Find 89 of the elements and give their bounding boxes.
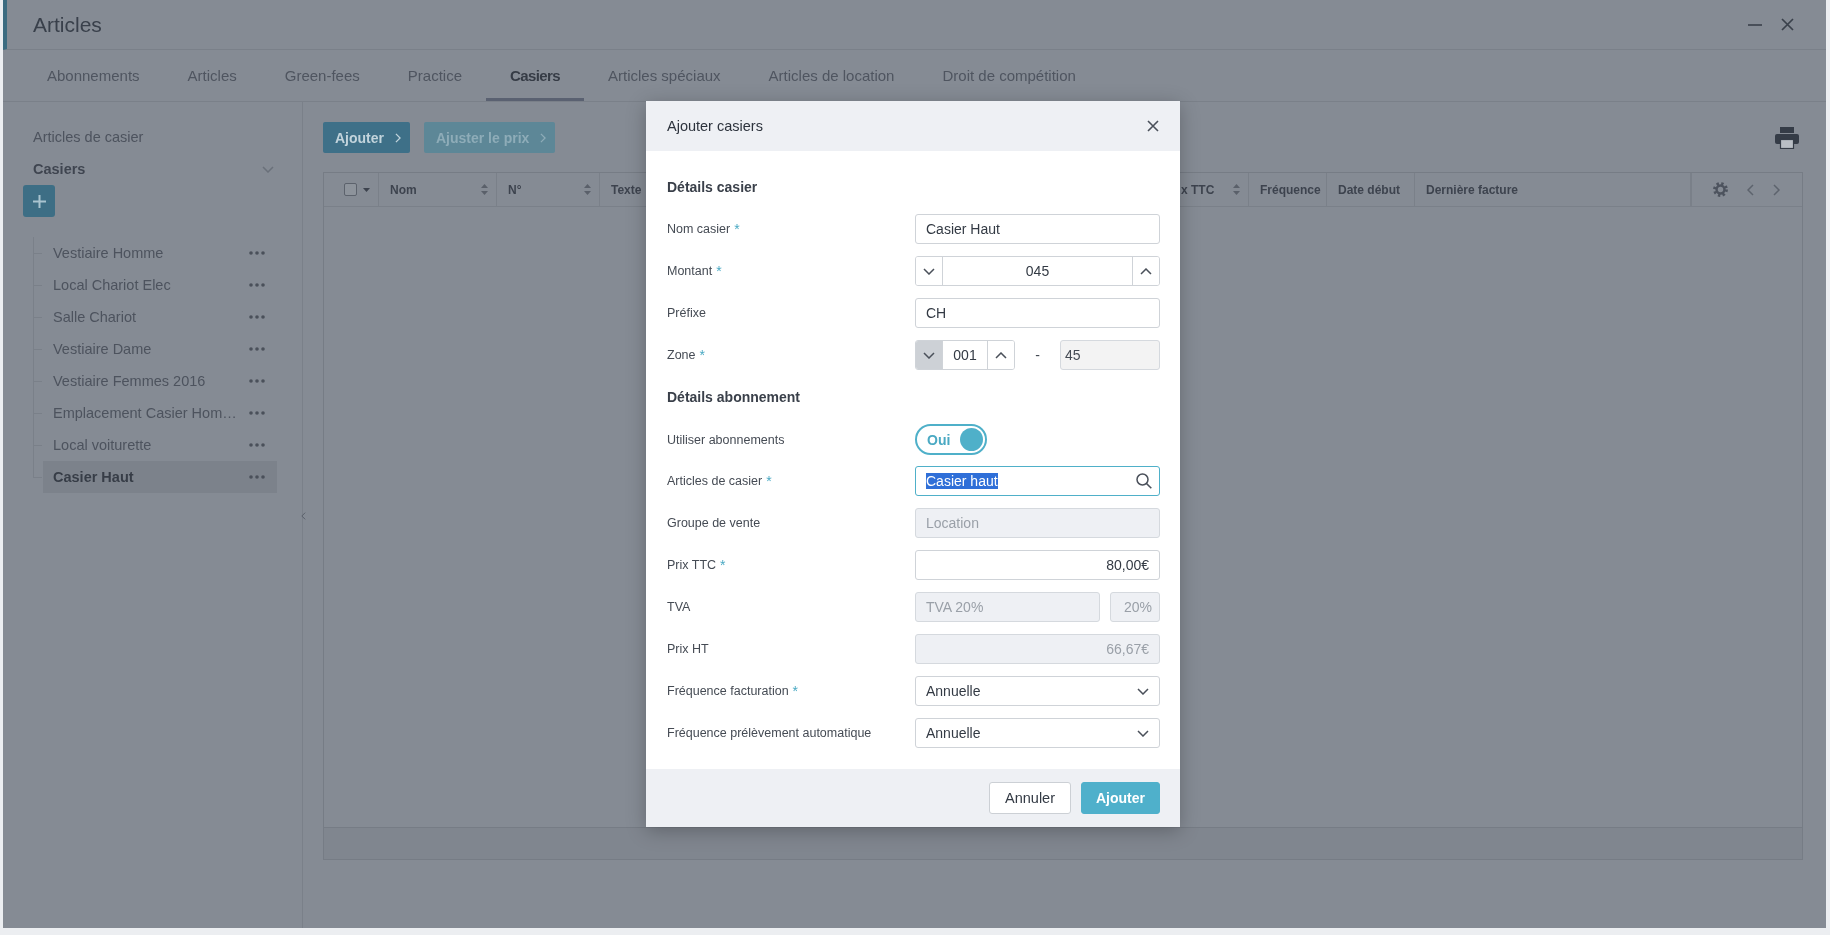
chevron-down-icon[interactable] (262, 165, 274, 173)
text-field[interactable]: CH (915, 298, 1160, 328)
field-label: Groupe de vente (667, 516, 761, 530)
decrement-button[interactable] (916, 257, 943, 285)
number-stepper[interactable]: 045 (915, 256, 1160, 286)
chevron-left-icon[interactable] (1747, 183, 1754, 196)
more-icon[interactable] (249, 411, 265, 415)
field-label: Fréquence facturation (667, 684, 789, 698)
amount-field: 66,67€ (915, 634, 1160, 664)
chevron-right-icon (395, 132, 401, 143)
dropdown[interactable]: Annuelle (915, 676, 1160, 706)
column-header[interactable]: Texte (600, 173, 647, 206)
chevron-down-icon (923, 351, 935, 359)
settings-icon[interactable] (1713, 182, 1728, 197)
field-label: Nom casier (667, 222, 731, 236)
number-field[interactable]: 001 (943, 341, 987, 369)
increment-button[interactable] (1132, 257, 1159, 285)
number-field[interactable]: 045 (943, 257, 1132, 285)
more-icon[interactable] (249, 443, 265, 447)
chevron-down-icon (923, 267, 935, 275)
group-label[interactable]: Casiers (33, 161, 86, 177)
column-header[interactable]: Dernière facture (1415, 173, 1691, 206)
sort-icon (481, 184, 488, 195)
field-label: TVA (667, 600, 691, 614)
chevron-right-icon[interactable] (1773, 183, 1780, 196)
plus-icon (32, 194, 46, 208)
close-icon[interactable] (1147, 120, 1159, 132)
submit-button[interactable]: Ajouter (1081, 782, 1160, 814)
column-header[interactable]: Date début (1327, 173, 1415, 206)
chevron-left-icon[interactable] (301, 512, 306, 520)
required-mark: * (792, 683, 799, 699)
more-icon[interactable] (249, 251, 265, 255)
column-header[interactable]: Fréquence (1249, 173, 1327, 206)
more-icon[interactable] (249, 283, 265, 287)
text-field: TVA 20% (915, 592, 1100, 622)
more-icon[interactable] (249, 347, 265, 351)
field-label: Préfixe (667, 306, 706, 320)
toolbar-button[interactable]: Ajouter (323, 122, 410, 153)
required-mark: * (716, 263, 722, 279)
checkbox[interactable] (344, 183, 357, 196)
field-label: Fréquence prélèvement automatique (667, 726, 872, 740)
increment-button[interactable] (987, 341, 1014, 369)
required-mark: * (699, 347, 705, 363)
chevron-up-icon (1140, 267, 1152, 275)
amount-field[interactable]: 80,00€ (915, 550, 1160, 580)
field-label: Zone (667, 348, 696, 362)
rate-field: 20% (1110, 592, 1160, 622)
more-icon[interactable] (249, 379, 265, 383)
text-field[interactable]: Casier Haut (915, 214, 1160, 244)
toggle-knob (960, 428, 983, 451)
chevron-up-icon (995, 351, 1007, 359)
close-icon[interactable] (1781, 18, 1794, 31)
text-field: 45 (1060, 340, 1160, 370)
window-title: Articles (33, 12, 103, 37)
dropdown[interactable]: Annuelle (915, 718, 1160, 748)
chevron-down-icon (1137, 687, 1149, 695)
minimize-icon[interactable] (1748, 23, 1762, 26)
column-header[interactable]: N° (497, 173, 600, 206)
chevron-right-icon (540, 132, 547, 143)
cancel-button[interactable]: Annuler (989, 782, 1071, 814)
column-header[interactable]: x TTC (1181, 173, 1249, 206)
caret-icon[interactable] (363, 187, 370, 192)
field-label: Prix TTC (667, 558, 717, 572)
range-separator: - (1034, 347, 1041, 363)
field-label: Articles de casier (667, 474, 763, 488)
text-field: Location (915, 508, 1160, 538)
tab[interactable]: Casiers (486, 50, 584, 101)
toggle-switch[interactable]: Oui (915, 424, 987, 455)
number-stepper[interactable]: 001 (915, 340, 1015, 370)
field-label: Montant (667, 264, 713, 278)
search-icon[interactable] (1136, 473, 1152, 489)
more-icon[interactable] (249, 315, 265, 319)
printer-icon[interactable] (1775, 126, 1799, 149)
required-mark: * (734, 221, 740, 237)
field-label: Utiliser abonnements (667, 432, 785, 447)
required-mark: * (720, 557, 726, 573)
dialog-title: Ajouter casiers (667, 118, 763, 134)
sort-icon (584, 184, 591, 195)
chevron-down-icon (1137, 729, 1149, 737)
field-label: Prix HT (667, 642, 709, 656)
required-mark: * (766, 473, 772, 489)
sidebar-heading: Articles de casier (32, 128, 145, 147)
search-field[interactable]: Casier haut (915, 466, 1160, 496)
column-header[interactable]: Nom (379, 173, 497, 206)
section-heading: Détails casier (667, 179, 759, 195)
section-heading: Détails abonnement (667, 389, 802, 405)
add-button[interactable] (23, 185, 55, 217)
more-icon[interactable] (249, 475, 265, 479)
sort-icon (1233, 184, 1240, 195)
